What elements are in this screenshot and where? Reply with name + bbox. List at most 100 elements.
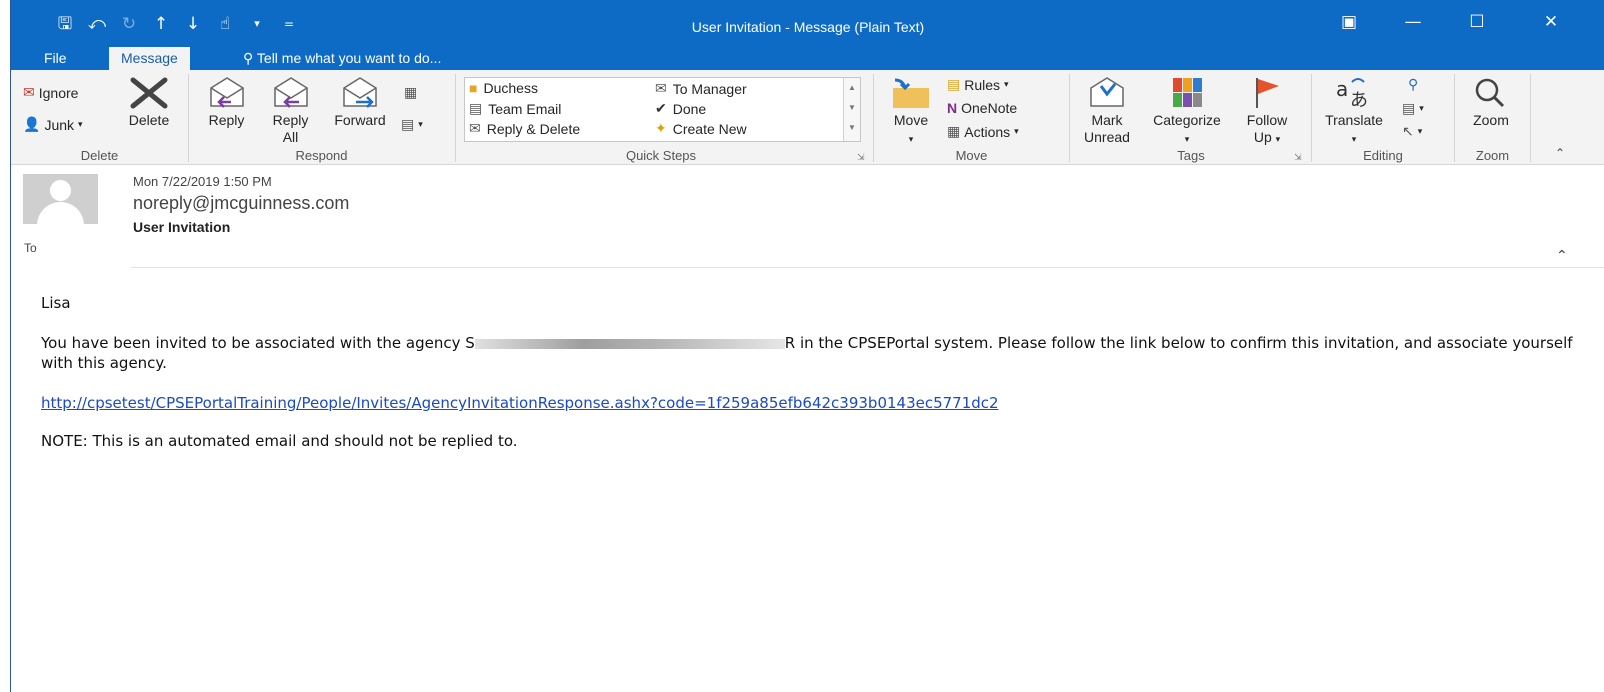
more-respond-button[interactable]: ▤ ▾	[401, 116, 423, 133]
onenote-icon: N	[947, 100, 958, 116]
magnifier-icon	[1475, 78, 1505, 108]
rules-button[interactable]: ▤ Rules ▾	[947, 76, 1009, 93]
quick-steps-scrollbar[interactable]: ▲ ▼ ▼	[843, 78, 860, 141]
cursor-icon: ↖	[1402, 123, 1414, 139]
chevron-down-icon: ▾	[908, 134, 914, 144]
tab-message[interactable]: Message	[109, 47, 190, 70]
actions-icon: ▦	[947, 123, 961, 139]
quick-step-create-new[interactable]: ✦ Create New	[655, 120, 747, 137]
checkmark-icon: ✔	[655, 100, 667, 116]
scroll-down-icon[interactable]: ▼	[844, 98, 860, 118]
forward-icon	[343, 77, 377, 108]
tags-launcher-icon[interactable]: ⇲	[1294, 152, 1302, 163]
categorize-icon	[1173, 78, 1202, 107]
ignore-icon: ✉	[23, 84, 35, 100]
follow-up-label-1: Follow	[1246, 112, 1288, 128]
note-text: NOTE: This is an automated email and sho…	[41, 432, 518, 450]
categorize-button[interactable]: Categorize ▾	[1141, 76, 1233, 148]
reply-all-label-2: All	[282, 129, 299, 145]
zoom-group-label: Zoom	[1475, 148, 1510, 163]
forward-label: Forward	[334, 112, 386, 128]
onenote-label: OneNote	[961, 100, 1018, 116]
ribbon-tabs: File Message ⚲ Tell me what you want to …	[11, 47, 1604, 70]
quick-step-duchess[interactable]: ■ Duchess	[469, 80, 538, 96]
reply-delete-icon: ✉	[469, 120, 481, 136]
quick-step-label: Duchess	[483, 80, 538, 96]
meeting-icon: ▦	[404, 84, 418, 100]
rules-icon: ▤	[947, 76, 961, 92]
mark-unread-button[interactable]: Mark Unread	[1077, 76, 1137, 146]
quick-steps-group-label: Quick Steps	[625, 148, 697, 163]
quick-step-to-manager[interactable]: ✉ To Manager	[655, 80, 747, 97]
chevron-down-icon: ▾	[78, 119, 83, 129]
outlook-message-window: 🖫 ⤺ ↻ ↑ ↓ ☝ ▾ = User Invitation - Messag…	[10, 0, 1604, 692]
quick-steps-launcher-icon[interactable]: ⇲	[857, 152, 865, 163]
translate-label: Translate	[1325, 112, 1383, 128]
move-group-label: Move	[955, 148, 988, 163]
tab-file[interactable]: File	[44, 47, 67, 70]
ignore-button[interactable]: ✉ Ignore	[23, 84, 78, 101]
related-button[interactable]: ▤ ▾	[1402, 100, 1424, 117]
avatar-body	[37, 202, 84, 224]
follow-up-button[interactable]: Follow Up ▾	[1239, 76, 1295, 148]
collapse-ribbon-icon[interactable]: ⌃	[1555, 146, 1565, 160]
zoom-button[interactable]: Zoom	[1461, 76, 1521, 129]
find-button[interactable]: ⚲	[1408, 76, 1418, 93]
link-paragraph: http://cpsetest/CPSEPortalTraining/Peopl…	[41, 393, 1581, 413]
maximize-button[interactable]: ☐	[1457, 12, 1497, 32]
minimize-button[interactable]: —	[1393, 12, 1433, 32]
quick-steps-gallery: ■ Duchess ▤ Team Email ✉ Reply & Delete …	[464, 77, 861, 142]
junk-icon: 👤	[23, 116, 41, 132]
team-email-icon: ▤	[469, 100, 483, 116]
quick-step-label: Reply & Delete	[486, 120, 581, 137]
ribbon-display-options-icon[interactable]: ▣	[1329, 12, 1369, 32]
reply-all-icon	[273, 77, 308, 108]
quick-step-reply-delete[interactable]: ✉ Reply & Delete	[469, 120, 580, 137]
flag-icon	[1256, 78, 1279, 108]
actions-button[interactable]: ▦ Actions ▾	[947, 123, 1019, 140]
mark-unread-icon	[1090, 77, 1124, 107]
mark-unread-label-1: Mark	[1091, 112, 1123, 128]
reply-button[interactable]: Reply	[199, 76, 254, 129]
junk-button[interactable]: 👤 Junk ▾	[23, 116, 83, 133]
collapse-header-icon[interactable]: ⌃	[1556, 248, 1568, 264]
reply-icon	[209, 77, 244, 108]
reply-label: Reply	[208, 112, 245, 128]
chevron-down-icon: ▾	[418, 119, 423, 129]
move-button[interactable]: Move ▾	[883, 76, 939, 148]
quick-step-done[interactable]: ✔ Done	[655, 100, 706, 117]
tell-me-search[interactable]: ⚲ Tell me what you want to do...	[243, 47, 441, 70]
folder-icon: ■	[469, 80, 478, 96]
reply-all-button[interactable]: Reply All	[263, 76, 318, 146]
translate-button[interactable]: aあ Translate ▾	[1316, 76, 1392, 148]
expand-gallery-icon[interactable]: ▼	[844, 118, 860, 138]
chevron-down-icon: ▾	[1417, 126, 1423, 136]
lightning-icon: ✦	[655, 120, 667, 136]
categorize-label: Categorize	[1153, 112, 1221, 128]
sender-address[interactable]: noreply@jmcguinness.com	[133, 193, 349, 214]
message-body: Lisa You have been invited to be associa…	[41, 293, 1581, 451]
forward-button[interactable]: Forward	[326, 76, 394, 129]
quick-step-label: To Manager	[672, 80, 747, 97]
scroll-up-icon[interactable]: ▲	[844, 78, 860, 98]
close-button[interactable]: ✕	[1531, 12, 1571, 32]
sent-date: Mon 7/22/2019 1:50 PM	[133, 174, 272, 189]
ribbon: ✉ Ignore 👤 Junk ▾ Delete Delete Reply Re…	[11, 70, 1604, 165]
junk-label: Junk	[44, 116, 75, 133]
quick-step-label: Team Email	[488, 100, 562, 117]
related-icon: ▤	[1402, 100, 1416, 116]
mark-unread-label-2: Unread	[1084, 129, 1130, 145]
respond-group-label: Respond	[295, 148, 348, 163]
quick-step-team-email[interactable]: ▤ Team Email	[469, 100, 561, 117]
delete-button[interactable]: Delete	[119, 76, 179, 129]
invitation-link[interactable]: http://cpsetest/CPSEPortalTraining/Peopl…	[41, 394, 999, 412]
delete-label: Delete	[128, 112, 170, 128]
follow-up-label-2: Up	[1253, 129, 1272, 145]
select-button[interactable]: ↖ ▾	[1402, 123, 1422, 140]
separator	[1530, 74, 1531, 162]
onenote-button[interactable]: N OneNote	[947, 100, 1017, 116]
to-manager-icon: ✉	[655, 80, 667, 96]
ignore-label: Ignore	[38, 84, 79, 101]
meeting-reply-button[interactable]: ▦	[404, 84, 417, 101]
quick-step-label: Done	[672, 100, 707, 117]
